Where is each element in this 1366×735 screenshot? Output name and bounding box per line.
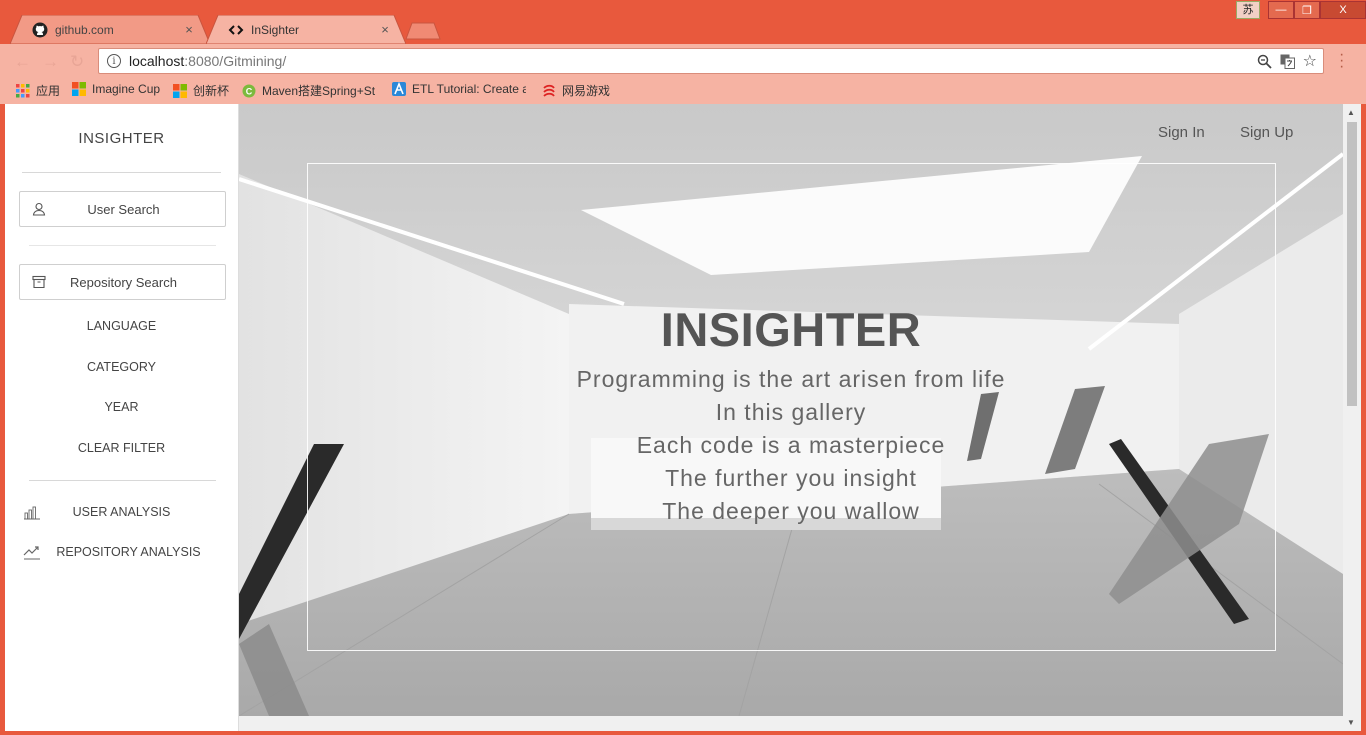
bookmark-label: 创新杯 bbox=[193, 84, 230, 98]
reload-icon[interactable]: ↻ bbox=[70, 52, 84, 72]
horizontal-scrollbar[interactable] bbox=[239, 716, 1343, 731]
bookmarks-bar: 应用 Imagine Cup 创新杯 C Maven搭建Spring+St ET… bbox=[0, 78, 1366, 104]
microsoft-logo-icon bbox=[173, 83, 187, 98]
clear-filter-button[interactable]: CLEAR FILTER bbox=[5, 441, 238, 455]
bookmark-label: Maven搭建Spring+St bbox=[262, 84, 376, 98]
browser-menu-icon[interactable]: · · · bbox=[1339, 47, 1344, 75]
window-controls: — ❐ X bbox=[1268, 1, 1366, 19]
repository-analysis-label: REPOSITORY ANALYSIS bbox=[56, 545, 201, 559]
url-host: localhost bbox=[129, 53, 185, 69]
close-window-icon[interactable]: X bbox=[1320, 1, 1366, 19]
scrollbar-thumb[interactable] bbox=[1347, 122, 1357, 406]
bookmark-imagine-cup[interactable]: Imagine Cup bbox=[72, 82, 160, 96]
github-icon bbox=[32, 22, 48, 37]
archive-box-icon bbox=[32, 275, 46, 289]
hero-line: Each code is a masterpiece bbox=[636, 432, 946, 458]
bookmark-star-icon[interactable]: ☆ bbox=[1303, 53, 1317, 69]
hero-line: The deeper you wallow bbox=[662, 498, 920, 524]
hero-title: INSIGHTER bbox=[660, 303, 922, 356]
filter-year[interactable]: YEAR bbox=[5, 400, 238, 414]
bookmark-label: 网易游戏 bbox=[562, 84, 611, 98]
apps-grid-icon bbox=[16, 83, 30, 97]
site-info-icon[interactable]: i bbox=[107, 54, 121, 68]
bookmark-label: Imagine Cup bbox=[92, 82, 161, 96]
tab-title: github.com bbox=[55, 22, 114, 37]
restore-icon[interactable]: ❐ bbox=[1294, 1, 1320, 19]
zoom-icon[interactable] bbox=[1257, 54, 1272, 69]
user-icon bbox=[32, 202, 46, 216]
hero-line: The further you insight bbox=[665, 465, 917, 491]
ime-indicator[interactable]: 苏 bbox=[1236, 1, 1260, 19]
bookmark-chuangxinbei[interactable]: 创新杯 bbox=[173, 82, 229, 99]
sidebar: INSIGHTER User Search Repository Search … bbox=[5, 104, 239, 731]
netease-icon bbox=[543, 84, 555, 97]
sign-in-link[interactable]: Sign In bbox=[1158, 124, 1205, 141]
hero-section: Sign In Sign Up INSIGHTER Programming is… bbox=[239, 104, 1343, 716]
url-path: :8080/Gitmining/ bbox=[184, 53, 287, 69]
azure-icon bbox=[392, 82, 406, 96]
bookmark-apps[interactable]: 应用 bbox=[16, 82, 60, 99]
page-viewport: INSIGHTER User Search Repository Search … bbox=[5, 104, 1361, 731]
bookmark-label: ETL Tutorial: Create a bbox=[412, 82, 526, 96]
filter-category[interactable]: CATEGORY bbox=[5, 360, 238, 374]
user-search-label: User Search bbox=[87, 201, 160, 217]
user-analysis-link[interactable]: USER ANALYSIS bbox=[5, 504, 238, 522]
forward-arrow-icon[interactable]: → bbox=[42, 52, 59, 72]
new-tab-button[interactable] bbox=[404, 22, 442, 40]
close-tab-icon[interactable]: × bbox=[378, 22, 392, 37]
repository-search-button[interactable]: Repository Search bbox=[19, 264, 226, 300]
hero-line: In this gallery bbox=[715, 399, 867, 425]
minimize-icon[interactable]: — bbox=[1268, 1, 1294, 19]
vertical-scrollbar[interactable]: ▲ ▼ bbox=[1343, 104, 1361, 731]
user-analysis-label: USER ANALYSIS bbox=[72, 505, 171, 519]
divider bbox=[29, 480, 216, 481]
divider bbox=[29, 245, 216, 246]
microsoft-logo-icon bbox=[72, 82, 86, 96]
divider bbox=[22, 172, 221, 173]
bookmark-etl-tutorial[interactable]: ETL Tutorial: Create a bbox=[392, 82, 526, 96]
address-bar[interactable]: i localhost:8080/Gitmining/ ☆ bbox=[98, 48, 1324, 74]
svg-text:C: C bbox=[246, 86, 253, 96]
bookmark-maven[interactable]: C Maven搭建Spring+St bbox=[242, 82, 377, 99]
browser-title-bar: github.com × InSighter × 苏 — ❐ X bbox=[0, 0, 1366, 44]
repository-analysis-link[interactable]: REPOSITORY ANALYSIS bbox=[5, 544, 238, 562]
bookmark-netease[interactable]: 网易游戏 bbox=[542, 82, 610, 99]
back-arrow-icon[interactable]: ← bbox=[14, 52, 31, 72]
tab-insighter[interactable]: InSighter × bbox=[206, 15, 406, 44]
sidebar-brand[interactable]: INSIGHTER bbox=[5, 130, 238, 147]
scroll-down-arrow-icon[interactable]: ▼ bbox=[1347, 718, 1355, 727]
scroll-up-arrow-icon[interactable]: ▲ bbox=[1347, 108, 1355, 117]
close-tab-icon[interactable]: × bbox=[182, 22, 196, 37]
bookmark-label: 应用 bbox=[36, 84, 61, 98]
sign-up-link[interactable]: Sign Up bbox=[1240, 124, 1293, 141]
tab-title: InSighter bbox=[251, 22, 300, 37]
code-brackets-icon bbox=[228, 24, 244, 35]
translate-icon[interactable] bbox=[1280, 54, 1295, 69]
user-search-button[interactable]: User Search bbox=[19, 191, 226, 227]
tab-github[interactable]: github.com × bbox=[10, 15, 210, 44]
repository-search-label: Repository Search bbox=[70, 274, 177, 290]
hero-line: Programming is the art arisen from life bbox=[576, 366, 1006, 392]
filter-language[interactable]: LANGUAGE bbox=[5, 319, 238, 333]
csdn-icon: C bbox=[242, 84, 256, 97]
